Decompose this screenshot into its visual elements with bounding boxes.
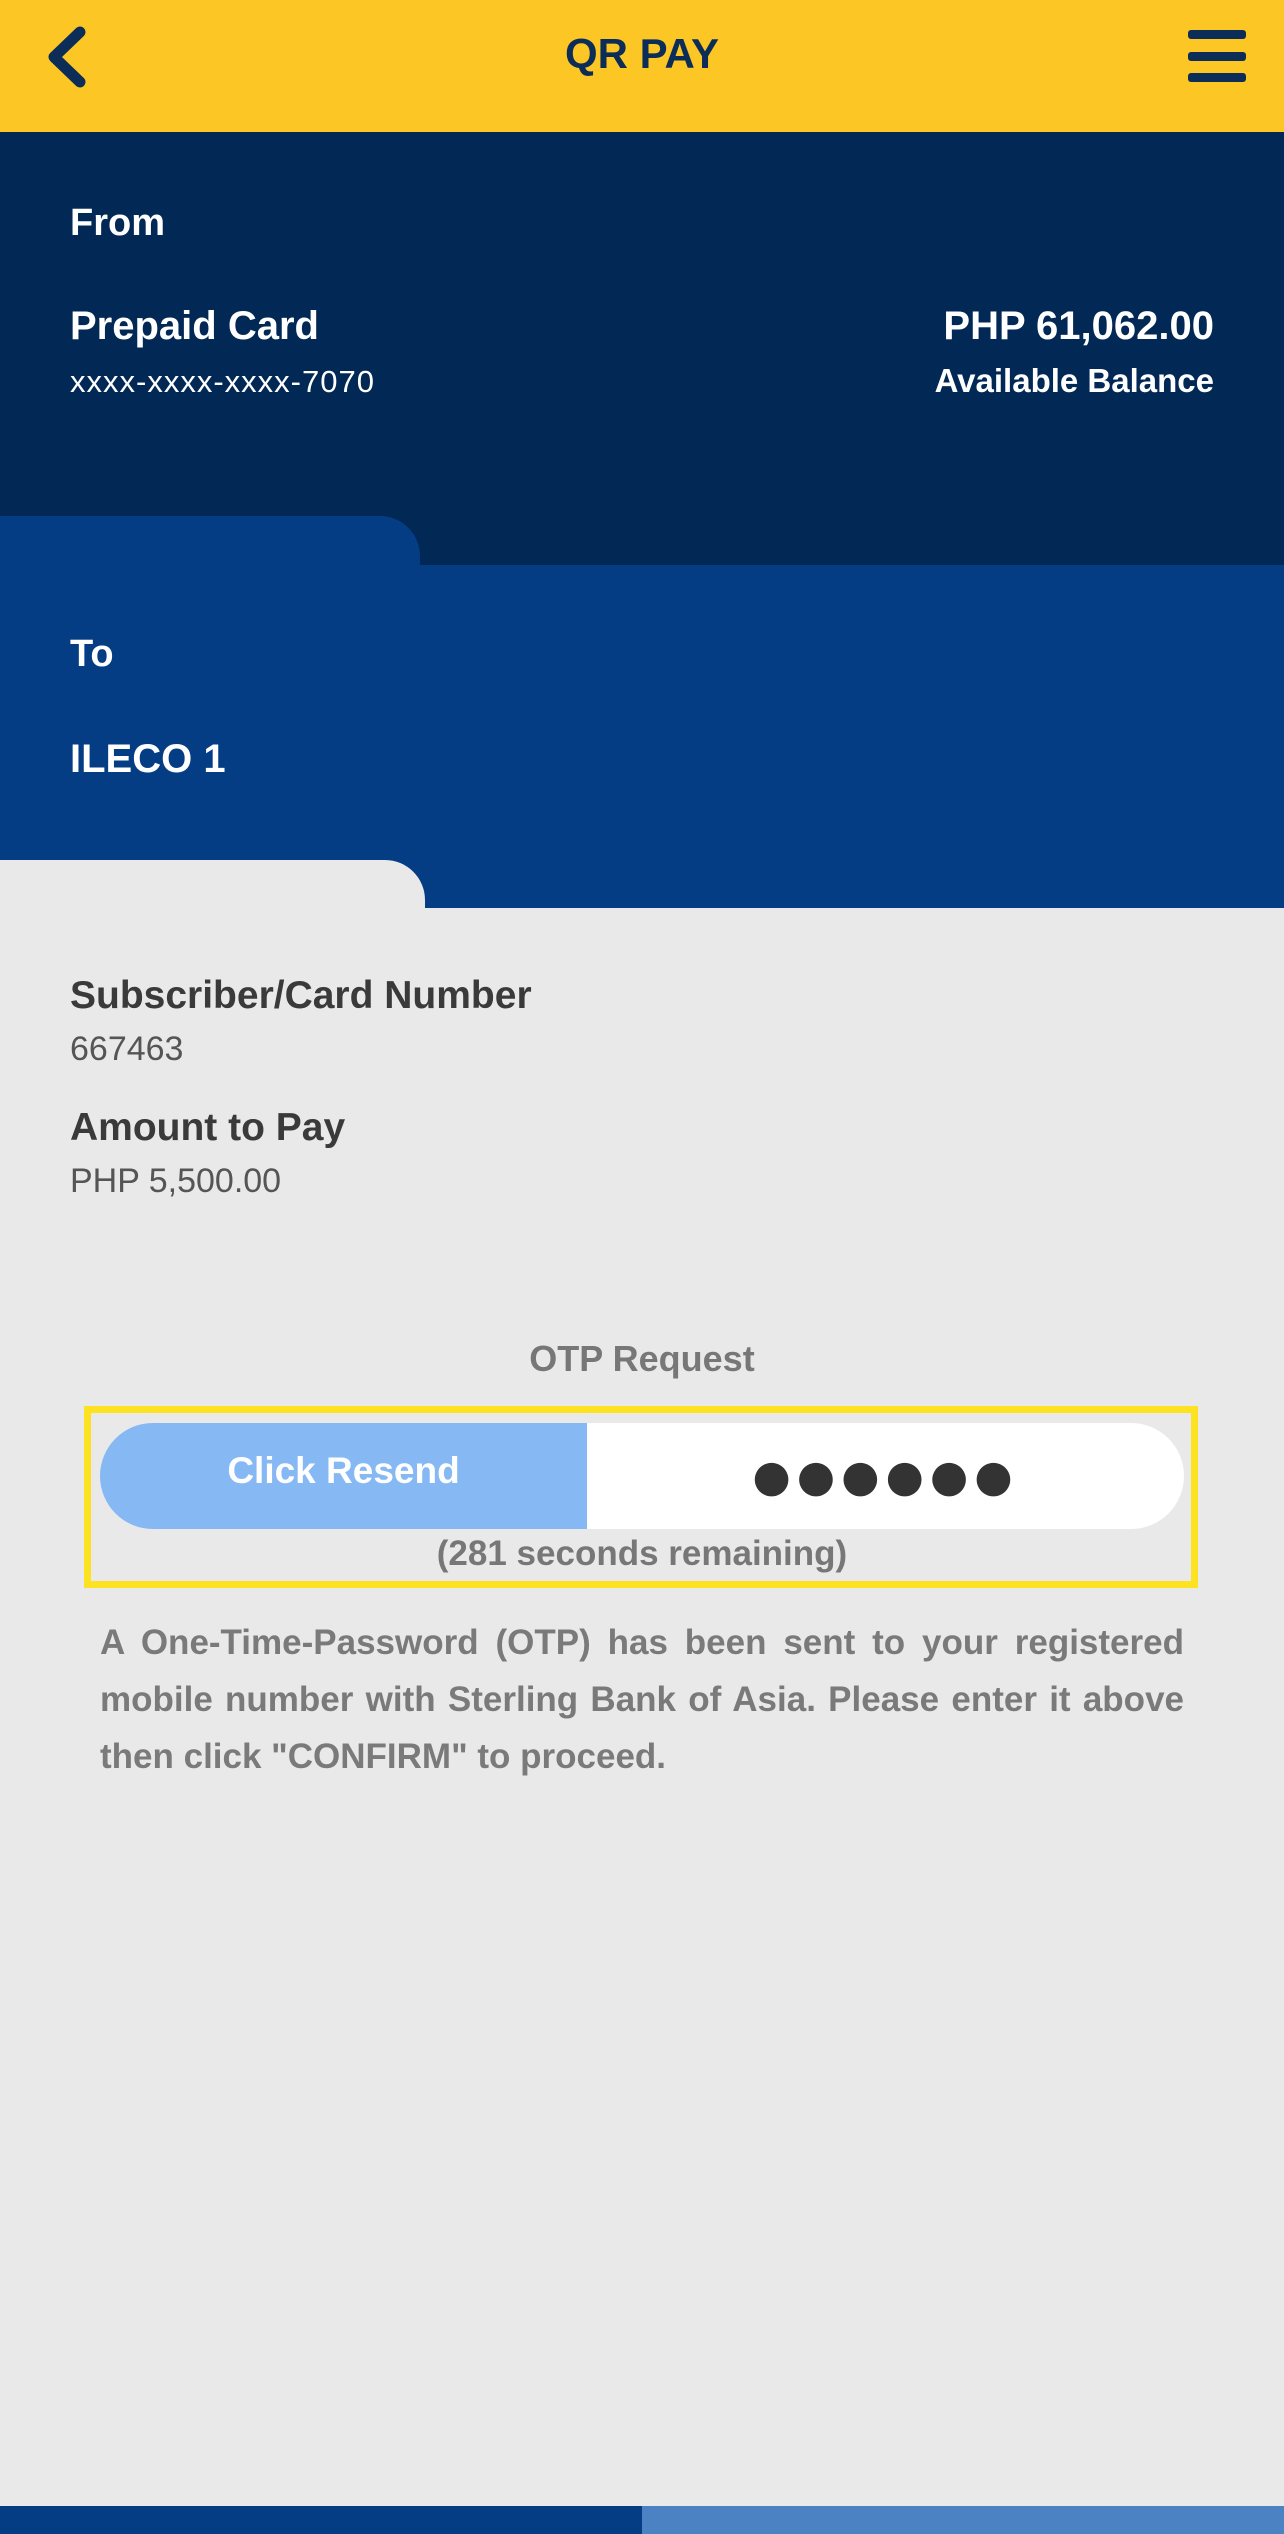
account-number: xxxx-xxxx-xxxx-7070 <box>70 364 375 399</box>
otp-control: Click Resend ●●●●●● <box>100 1423 1184 1529</box>
amount-to-pay-label: Amount to Pay <box>70 1106 346 1149</box>
available-balance-amount: PHP 61,062.00 <box>943 304 1214 348</box>
to-biller-panel: To ILECO 1 <box>0 565 1284 908</box>
bottom-bar-right[interactable] <box>642 2506 1284 2534</box>
amount-to-pay-value: PHP 5,500.00 <box>70 1162 282 1200</box>
available-balance-label: Available Balance <box>934 362 1214 399</box>
details-panel-tab <box>0 860 425 920</box>
from-account-panel: From Prepaid Card xxxx-xxxx-xxxx-7070 PH… <box>0 132 1284 566</box>
bottom-bar-left[interactable] <box>0 2506 642 2534</box>
to-label: To <box>70 633 114 675</box>
otp-input[interactable]: ●●●●●● <box>587 1423 1184 1529</box>
from-label: From <box>70 202 165 244</box>
account-name: Prepaid Card <box>70 304 319 348</box>
app-header: QR PAY <box>0 0 1284 132</box>
resend-otp-button[interactable]: Click Resend <box>100 1423 587 1529</box>
otp-timer: (281 seconds remaining) <box>436 1534 848 1573</box>
otp-request-title: OTP Request <box>529 1338 755 1379</box>
subscriber-number-value: 667463 <box>70 1030 184 1068</box>
hamburger-menu-icon[interactable] <box>1188 30 1246 82</box>
page-title: QR PAY <box>564 30 720 77</box>
bottom-bar <box>0 2506 1284 2534</box>
subscriber-number-label: Subscriber/Card Number <box>70 974 532 1017</box>
biller-name: ILECO 1 <box>70 737 226 781</box>
otp-instructions: A One-Time-Password (OTP) has been sent … <box>100 1623 1184 1776</box>
